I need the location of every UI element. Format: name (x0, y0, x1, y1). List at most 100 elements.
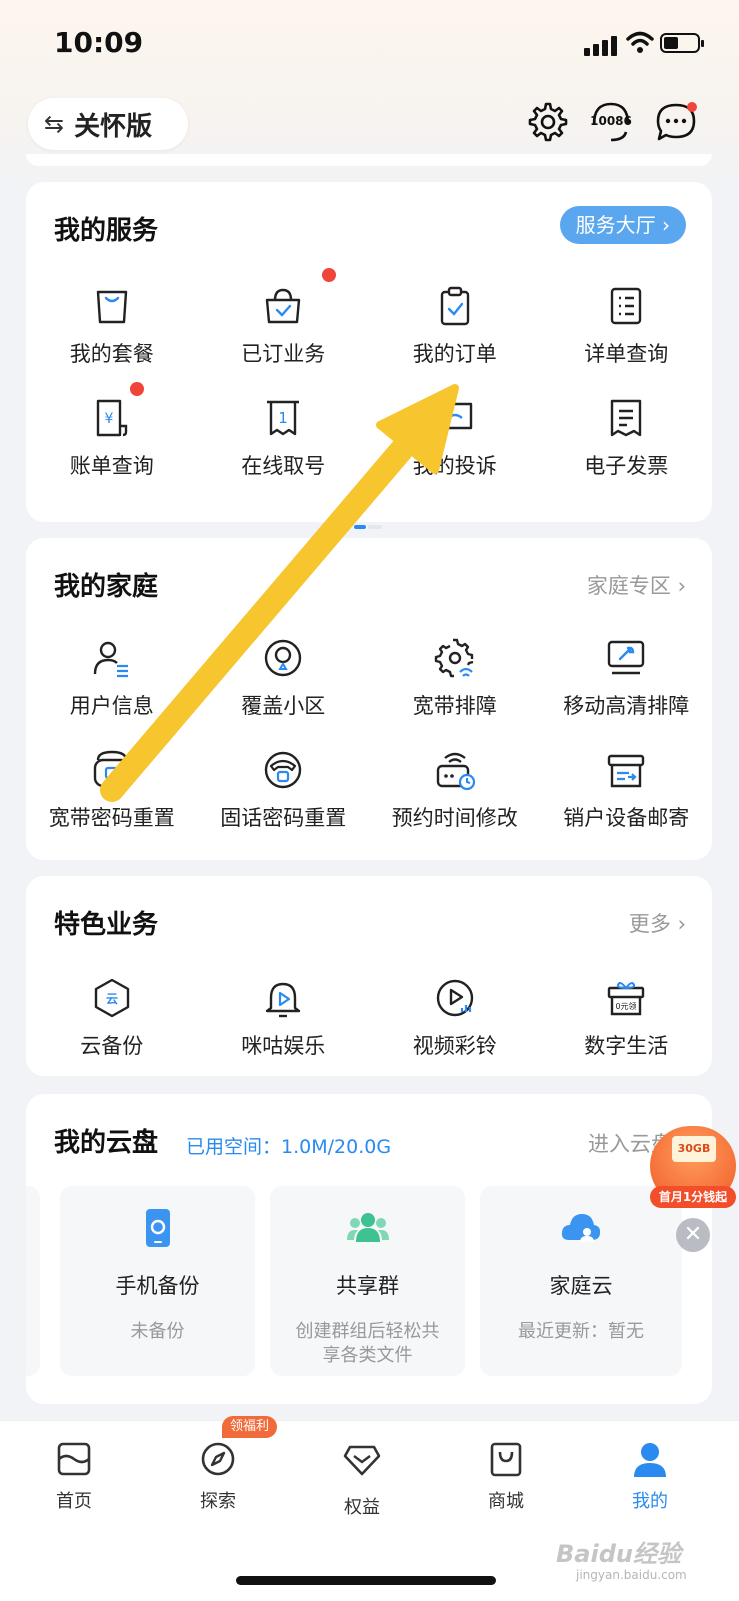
cloud-card-status: 创建群组后轻松共享各类文件 (295, 1321, 440, 1366)
header-strip (26, 154, 712, 166)
service-item-bills[interactable]: ¥ 账单查询 (26, 382, 198, 480)
family-label: 固话密码重置 (220, 806, 347, 830)
section-title: 我的服务 (54, 216, 159, 246)
video-ring-icon (436, 979, 473, 1017)
family-item-phone-password[interactable]: 固话密码重置 (198, 748, 370, 832)
featured-item-digital-life[interactable]: 0元领 数字生活 (541, 976, 713, 1060)
status-bar: 10:09 (0, 0, 739, 90)
subscribed-bag-icon (266, 288, 301, 324)
user-profile-icon (634, 1443, 666, 1477)
bill-icon: ¥ (96, 399, 127, 437)
service-label: 我的套餐 (69, 342, 154, 366)
cloud-card-shared-group[interactable]: 共享群 创建群组后轻松共享各类文件 (270, 1186, 465, 1376)
family-zone-link[interactable]: 家庭专区 › (587, 570, 686, 600)
home-shop-icon (57, 1442, 91, 1476)
user-info-icon (93, 641, 128, 678)
notification-dot (321, 268, 336, 282)
care-mode-label: 关怀版 (74, 111, 153, 142)
phone-backup-icon (145, 1209, 170, 1247)
migu-bell-icon (266, 982, 301, 1018)
family-item-user-info[interactable]: 用户信息 (26, 636, 198, 720)
featured-services-card: 特色业务 更多 › 云 云备份 咪咕娱乐 视频彩铃 0元领 数字生活 (26, 876, 712, 1076)
page-indicator (354, 514, 388, 529)
notification-dot (130, 382, 144, 396)
service-item-package[interactable]: 我的套餐 (26, 284, 198, 368)
family-item-coverage[interactable]: 覆盖小区 (198, 636, 370, 720)
svg-text:1: 1 (278, 409, 288, 427)
service-item-orders[interactable]: 我的订单 (369, 284, 541, 368)
promo-float-button[interactable]: 30GB 首月1分钱起 (650, 1126, 736, 1208)
router-clock-icon (436, 752, 475, 791)
coverage-icon (265, 639, 302, 677)
service-label: 我的投诉 (412, 454, 497, 478)
care-mode-button[interactable]: ⇆ 关怀版 (28, 98, 188, 150)
featured-label: 咪咕娱乐 (241, 1034, 326, 1058)
welfare-badge: 领福利 (222, 1416, 278, 1438)
cloud-card-status: 未备份 (130, 1321, 185, 1342)
broadband-gear-icon (434, 638, 474, 678)
tab-explore[interactable]: 探索 (168, 1439, 268, 1513)
tab-home[interactable]: 首页 (24, 1439, 124, 1513)
svg-text:¥: ¥ (104, 411, 113, 427)
featured-item-migu[interactable]: 咪咕娱乐 (198, 976, 370, 1060)
featured-item-cloud-backup[interactable]: 云 云备份 (26, 976, 198, 1060)
gift-tag: 0元领 (616, 1001, 637, 1011)
phone-lock-icon (265, 751, 302, 789)
family-label: 预约时间修改 (391, 806, 518, 830)
router-lock-icon (93, 750, 130, 788)
family-label: 宽带密码重置 (48, 806, 175, 830)
service-label: 我的订单 (412, 342, 497, 366)
family-label: 用户信息 (69, 694, 154, 718)
service-hall-button[interactable]: 服务大厅 › (559, 206, 686, 244)
service-item-subscribed[interactable]: 已订业务 (198, 268, 370, 368)
cloud-card-phone-backup[interactable]: 手机备份 未备份 (60, 1186, 255, 1376)
service-item-invoice[interactable]: 电子发票 (541, 396, 713, 480)
tab-benefits[interactable]: 权益 (312, 1439, 412, 1519)
service-item-complaints[interactable]: 我的投诉 (369, 396, 541, 480)
cloud-backup-icon: 云 (94, 978, 129, 1018)
storage-used: 已用空间：1.0M/20.0G (186, 1136, 392, 1158)
family-label: 移动高清排障 (563, 694, 690, 718)
family-item-appointment[interactable]: 预约时间修改 (369, 748, 541, 832)
tab-mall[interactable]: 商城 (456, 1439, 556, 1513)
home-indicator (236, 1576, 496, 1585)
service-label: 详单查询 (584, 342, 669, 366)
gift-box-icon: 0元领 (608, 982, 645, 1016)
queue-ticket-icon: 1 (267, 400, 300, 436)
featured-item-video-ring[interactable]: 视频彩铃 (369, 976, 541, 1060)
family-item-tv-repair[interactable]: 移动高清排障 (541, 636, 713, 720)
cellular-signal-icon (584, 34, 618, 56)
family-item-broadband-repair[interactable]: 宽带排障 (369, 636, 541, 720)
family-label: 宽带排障 (412, 694, 497, 718)
settings-gear-icon[interactable] (524, 100, 568, 144)
cloud-card-family-cloud[interactable]: 家庭云 最近更新：暂无 (480, 1186, 682, 1376)
tab-mine[interactable]: 我的 (600, 1439, 700, 1513)
invoice-icon (611, 399, 642, 437)
tab-label: 商城 (488, 1491, 524, 1512)
card-edge (26, 1186, 40, 1376)
package-bag-icon (96, 290, 127, 324)
my-family-card: 我的家庭 家庭专区 › 用户信息 覆盖小区 宽带排障 移动高清排障 宽带密码重置… (26, 538, 712, 860)
diamond-icon (343, 1445, 381, 1476)
service-label: 电子发票 (584, 454, 669, 478)
detail-list-icon (611, 287, 642, 325)
shopping-bag-icon (490, 1442, 522, 1477)
baidu-watermark: Baidu经验 (556, 1540, 681, 1568)
wifi-icon (626, 31, 654, 53)
service-item-queue[interactable]: 1 在线取号 (198, 396, 370, 480)
service-label: 账单查询 (69, 454, 154, 478)
swap-arrows-icon: ⇆ (44, 110, 65, 138)
promo-close-icon[interactable]: ✕ (676, 1218, 710, 1252)
message-bubble-icon[interactable] (654, 100, 698, 144)
service-item-details[interactable]: 详单查询 (541, 284, 713, 368)
service-label: 已订业务 (241, 342, 326, 366)
group-icon (346, 1213, 389, 1242)
featured-label: 云备份 (80, 1034, 144, 1058)
more-link[interactable]: 更多 › (629, 908, 686, 938)
cloud-card-name: 共享群 (336, 1274, 399, 1298)
watermark-url: jingyan.baidu.com (576, 1568, 687, 1582)
family-item-device-mail[interactable]: 销户设备邮寄 (541, 748, 713, 832)
family-item-broadband-password[interactable]: 宽带密码重置 (26, 748, 198, 832)
svg-text:云: 云 (106, 992, 118, 1006)
service-hotline-button[interactable]: 10086 (588, 98, 634, 146)
